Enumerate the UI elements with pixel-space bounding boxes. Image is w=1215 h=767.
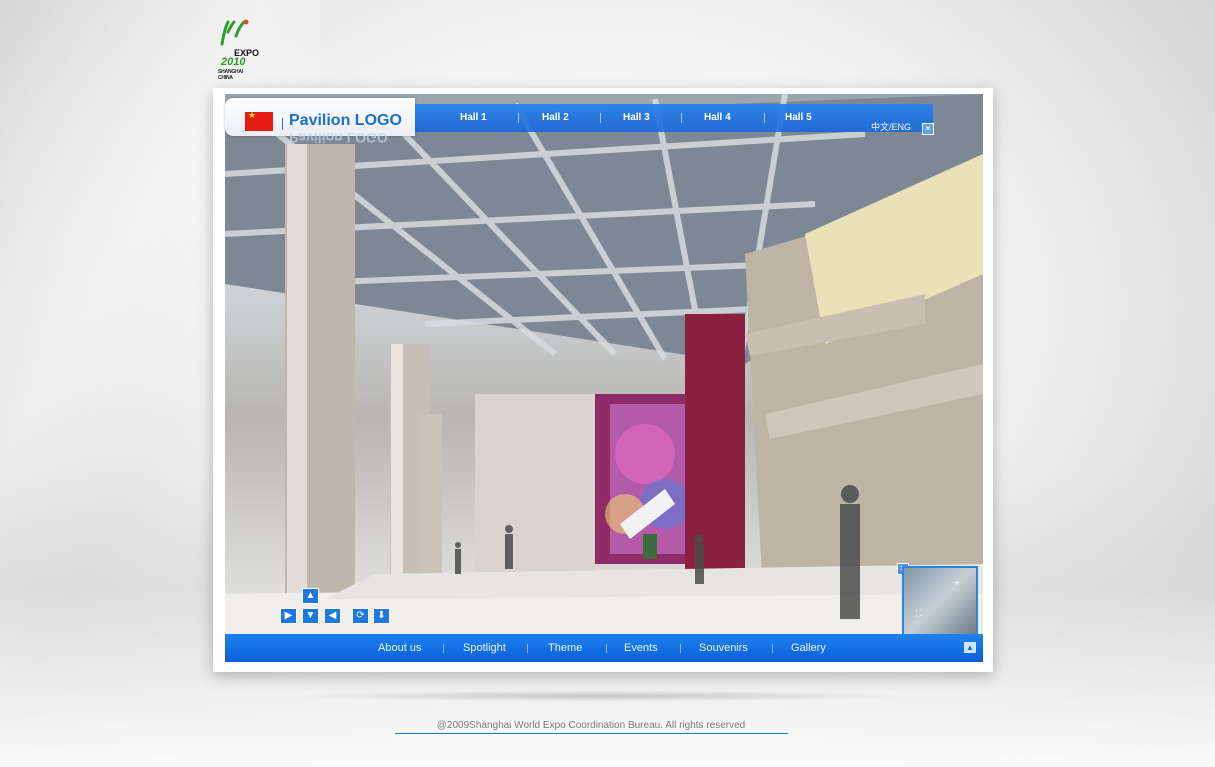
- minimap[interactable]: + ⛶: [902, 566, 978, 634]
- panorama-viewer[interactable]: ▲ ▶ ▼ ◀ ⟳ ⬇ ✕ + ⛶: [225, 94, 983, 634]
- divider: [606, 644, 607, 653]
- footer-underline: [395, 733, 788, 734]
- hall-5-link[interactable]: Hall 5: [785, 112, 812, 123]
- pavilion-logo-badge[interactable]: Pavilion LOGO Pavilion LOGO: [225, 98, 415, 146]
- hall-1-link[interactable]: Hall 1: [460, 112, 487, 123]
- divider: [527, 644, 528, 653]
- about-us-link[interactable]: About us: [378, 642, 421, 654]
- copyright-text: @2009Shanghai World Expo Coordination Bu…: [436, 720, 746, 731]
- expo-logo-year: 2010: [221, 56, 246, 68]
- download-icon[interactable]: ⬇: [373, 608, 390, 624]
- pavilion-logo: Pavilion LOGO: [289, 112, 402, 129]
- panorama-frame: ▲ ▶ ▼ ◀ ⟳ ⬇ ✕ + ⛶ Pavilion LOGO Pavilion…: [213, 88, 993, 672]
- gallery-link[interactable]: Gallery: [791, 642, 826, 654]
- expo-2010-logo: EXPO 2010 SHANGHAI CHINA: [216, 18, 259, 81]
- theme-link[interactable]: Theme: [548, 642, 582, 654]
- divider: [764, 113, 765, 123]
- souvenirs-link[interactable]: Souvenirs: [699, 642, 748, 654]
- rotate-icon[interactable]: ⟳: [352, 608, 369, 624]
- arrow-left-icon[interactable]: ◀: [324, 608, 341, 624]
- spotlight-link[interactable]: Spotlight: [463, 642, 506, 654]
- bottom-navigation: About us Spotlight Theme Events Souvenir…: [225, 634, 983, 662]
- close-icon[interactable]: ✕: [922, 123, 934, 135]
- arrow-right-icon[interactable]: ▶: [280, 608, 297, 624]
- divider: [600, 113, 601, 123]
- hall-3-link[interactable]: Hall 3: [623, 112, 650, 123]
- divider: [772, 644, 773, 653]
- divider: [282, 118, 283, 130]
- divider: [681, 113, 682, 123]
- divider: [680, 644, 681, 653]
- pavilion-logo-reflection: Pavilion LOGO: [289, 130, 388, 146]
- events-link[interactable]: Events: [624, 642, 658, 654]
- divider: [518, 113, 519, 123]
- chevron-up-icon[interactable]: ▲: [964, 642, 976, 653]
- china-flag-icon: [245, 110, 273, 131]
- language-toggle[interactable]: 中文/ENG: [871, 120, 911, 133]
- fit-icon[interactable]: ⛶: [914, 608, 924, 618]
- frame-shadow: [290, 690, 910, 702]
- expo-emblem-icon: [220, 19, 249, 46]
- divider: [443, 644, 444, 653]
- pavilion-interior-image: [225, 94, 983, 634]
- plus-icon[interactable]: +: [952, 578, 962, 588]
- hall-4-link[interactable]: Hall 4: [704, 112, 731, 123]
- arrow-down-icon[interactable]: ▼: [302, 608, 319, 624]
- expo-logo-subtitle: SHANGHAI CHINA: [218, 69, 244, 81]
- arrow-up-icon[interactable]: ▲: [302, 588, 319, 604]
- hall-navigation: Hall 1 Hall 2 Hall 3 Hall 4 Hall 5: [415, 104, 933, 132]
- hall-2-link[interactable]: Hall 2: [542, 112, 569, 123]
